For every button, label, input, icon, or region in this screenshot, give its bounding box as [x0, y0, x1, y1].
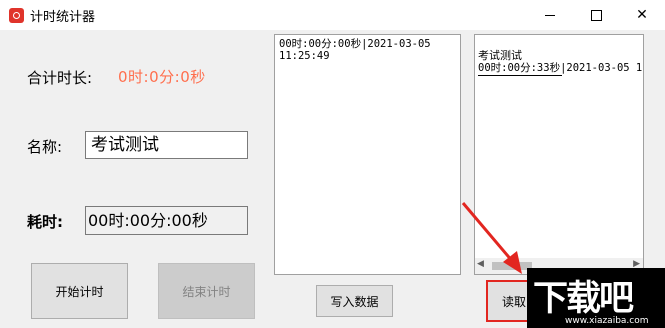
watermark-url: www.xiazaiba.com	[565, 316, 649, 326]
watermark-logo: 下载吧 www.xiazaiba.com	[527, 268, 665, 328]
watermark-brand: 下载吧	[533, 279, 634, 319]
